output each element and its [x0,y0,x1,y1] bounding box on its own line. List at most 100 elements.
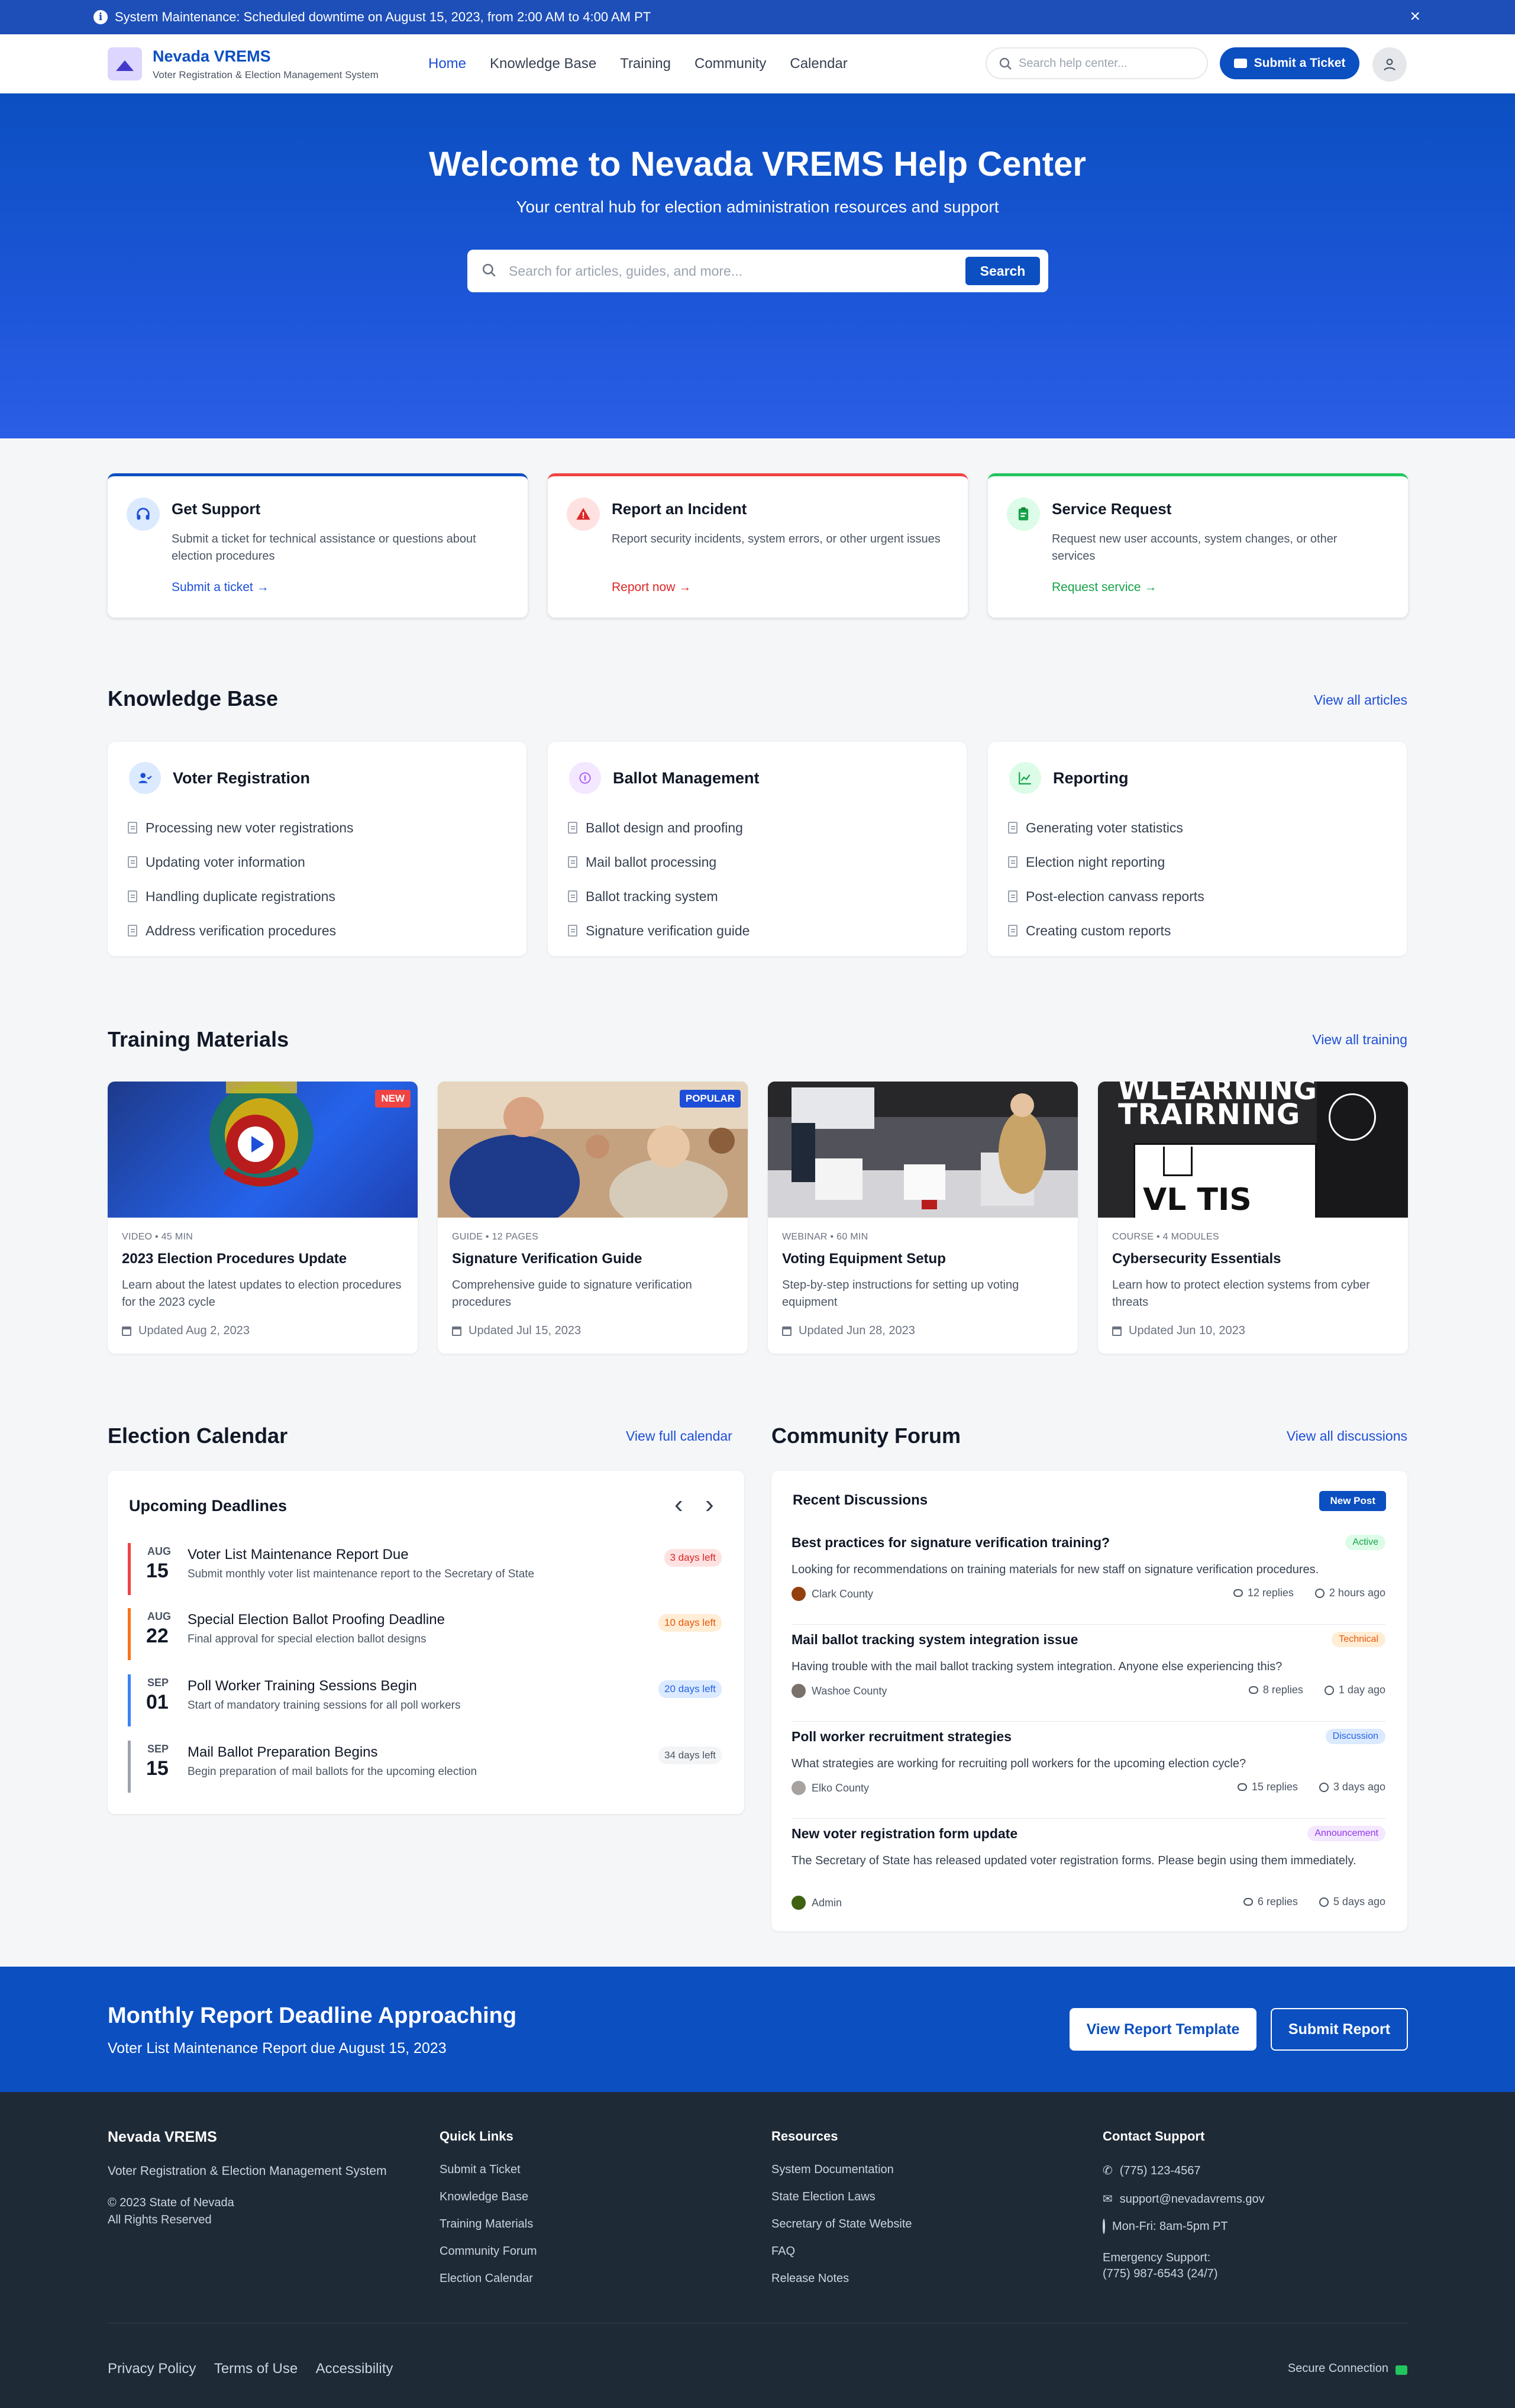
accessibility-link[interactable]: Accessibility [316,2361,393,2377]
training-card[interactable]: NEW VIDEO • 45 MIN 2023 Election Procedu… [108,1082,418,1354]
discussion-item[interactable]: New voter registration form update Annou… [792,1826,1385,1916]
view-full-calendar-link[interactable]: View full calendar [626,1428,732,1444]
terms-of-use-link[interactable]: Terms of Use [214,2361,298,2377]
close-icon[interactable]: × [1410,7,1420,26]
submit-ticket-link[interactable]: Submit a ticket → [172,580,269,595]
service-request-card[interactable]: Service Request Request new user account… [988,473,1408,618]
nav-calendar[interactable]: Calendar [790,56,847,72]
nav-home[interactable]: Home [428,56,466,72]
mail-icon: ✉ [1103,2193,1113,2206]
training-card[interactable]: WEBINAR • 60 MIN Voting Equipment Setup … [768,1082,1078,1354]
view-all-discussions-link[interactable]: View all discussions [1287,1428,1407,1444]
view-all-articles-link[interactable]: View all articles [1314,692,1407,708]
report-now-link[interactable]: Report now → [612,580,691,595]
footer-link-sos-website[interactable]: Secretary of State Website [771,2217,912,2231]
kb-article-link[interactable]: Election night reporting [1008,845,1204,879]
hero-search-input[interactable]: Search for articles, guides, and more...… [467,250,1048,292]
discussion-excerpt: The Secretary of State has released upda… [792,1854,1356,1867]
calendar-icon [1112,1326,1122,1336]
kb-article-link[interactable]: Ballot design and proofing [568,811,750,845]
arrow-right-icon: → [679,580,692,594]
report-incident-card[interactable]: Report an Incident Report security incid… [548,473,968,618]
calendar-title: Election Calendar [108,1424,288,1448]
play-button[interactable] [226,1115,285,1174]
footer-copyright: © 2023 State of Nevada [108,2196,234,2209]
brand-title: Nevada VREMS [153,47,271,65]
view-report-template-button[interactable]: View Report Template [1070,2008,1256,2051]
user-avatar[interactable] [1372,47,1407,82]
days-left-badge: 10 days left [658,1614,722,1632]
deadline-item[interactable]: AUG 15 Voter List Maintenance Report Due… [128,1543,722,1595]
kb-article-link[interactable]: Signature verification guide [568,914,750,948]
footer-brand-subtitle: Voter Registration & Election Management… [108,2164,387,2178]
training-meta: GUIDE • 12 PAGES [452,1232,539,1242]
submit-report-button[interactable]: Submit Report [1271,2008,1408,2051]
kb-article-link[interactable]: Post-election canvass reports [1008,879,1204,914]
request-service-link[interactable]: Request service → [1052,580,1157,595]
chevron-left-icon[interactable]: ‹ [674,1490,683,1519]
kb-category-title: Reporting [1053,769,1129,787]
search-icon [482,263,496,277]
discussion-item[interactable]: Mail ballot tracking system integration … [792,1632,1385,1722]
deadline-item[interactable]: AUG 22 Special Election Ballot Proofing … [128,1608,722,1660]
contact-phone[interactable]: ✆ (775) 123-4567 [1103,2163,1265,2178]
footer-link-documentation[interactable]: System Documentation [771,2163,912,2177]
kb-article-link[interactable]: Updating voter information [128,845,354,879]
footer-link-training[interactable]: Training Materials [440,2217,537,2231]
footer-link-calendar[interactable]: Election Calendar [440,2272,537,2286]
view-all-training-link[interactable]: View all training [1312,1032,1407,1048]
clock-icon [1319,1782,1329,1792]
new-post-button[interactable]: New Post [1319,1491,1386,1511]
hero-subtitle: Your central hub for election administra… [516,198,999,216]
submit-ticket-button[interactable]: Submit a Ticket [1220,47,1359,79]
training-card[interactable]: WLEARNING TRAIRNING VL TIS COURSE • 4 MO… [1098,1082,1408,1354]
training-card[interactable]: POPULAR GUIDE • 12 PAGES Signature Verif… [438,1082,748,1354]
kb-article-link[interactable]: Ballot tracking system [568,879,750,914]
clipboard-icon [1007,498,1040,531]
deadline-day: 15 [146,1560,169,1582]
play-icon [251,1136,264,1153]
nav-training[interactable]: Training [620,56,671,72]
card-title: Service Request [1052,500,1172,518]
clock-icon [1324,1685,1334,1695]
kb-article-link[interactable]: Mail ballot processing [568,845,750,879]
header-search-input[interactable]: Search help center... [986,47,1208,79]
kb-article-link[interactable]: Generating voter statistics [1008,811,1204,845]
submit-ticket-label: Submit a Ticket [1254,56,1346,70]
contact-title: Contact Support [1103,2129,1205,2144]
training-title: Training Materials [108,1027,289,1051]
footer-link-forum[interactable]: Community Forum [440,2245,537,2258]
discussion-stats: 6 replies 5 days ago [1243,1896,1385,1908]
discussion-item[interactable]: Best practices for signature verificatio… [792,1535,1385,1625]
get-support-card[interactable]: Get Support Submit a ticket for technica… [108,473,528,618]
footer-link-submit-ticket[interactable]: Submit a Ticket [440,2163,537,2177]
kb-article-link[interactable]: Creating custom reports [1008,914,1204,948]
discussion-title: New voter registration form update [792,1826,1018,1841]
contact-email[interactable]: ✉ support@nevadavrems.gov [1103,2191,1265,2206]
nav-knowledge-base[interactable]: Knowledge Base [490,56,596,72]
privacy-policy-link[interactable]: Privacy Policy [108,2361,196,2377]
kb-article-link[interactable]: Handling duplicate registrations [128,879,354,914]
document-icon [568,856,577,868]
emergency-phone[interactable]: (775) 987-6543 (24/7) [1103,2267,1265,2281]
discussion-item[interactable]: Poll worker recruitment strategies Discu… [792,1729,1385,1819]
kb-article-link[interactable]: Processing new voter registrations [128,811,354,845]
footer-brand: Nevada VREMS [108,2129,217,2145]
nav-community[interactable]: Community [694,56,766,72]
kb-article-link[interactable]: Address verification procedures [128,914,354,948]
footer-link-election-laws[interactable]: State Election Laws [771,2190,912,2204]
card-description: Submit a ticket for technical assistance… [172,532,476,563]
logo[interactable] [108,47,142,80]
brand[interactable]: Nevada VREMS Voter Registration & Electi… [153,47,379,81]
deadline-item[interactable]: SEP 15 Mail Ballot Preparation Begins Be… [128,1741,722,1793]
hero-search-button[interactable]: Search [965,257,1040,285]
chevron-right-icon[interactable]: › [705,1490,714,1519]
footer-link-release-notes[interactable]: Release Notes [771,2272,912,2286]
training-description: Step-by-step instructions for setting up… [782,1279,1019,1309]
footer-link-faq[interactable]: FAQ [771,2245,912,2258]
footer-link-knowledge-base[interactable]: Knowledge Base [440,2190,537,2204]
deadline-item[interactable]: SEP 01 Poll Worker Training Sessions Beg… [128,1674,722,1726]
emergency-label: Emergency Support: [1103,2251,1211,2264]
banner-subtitle: Voter List Maintenance Report due August… [108,2040,447,2057]
card-description: Request new user accounts, system change… [1052,532,1338,563]
